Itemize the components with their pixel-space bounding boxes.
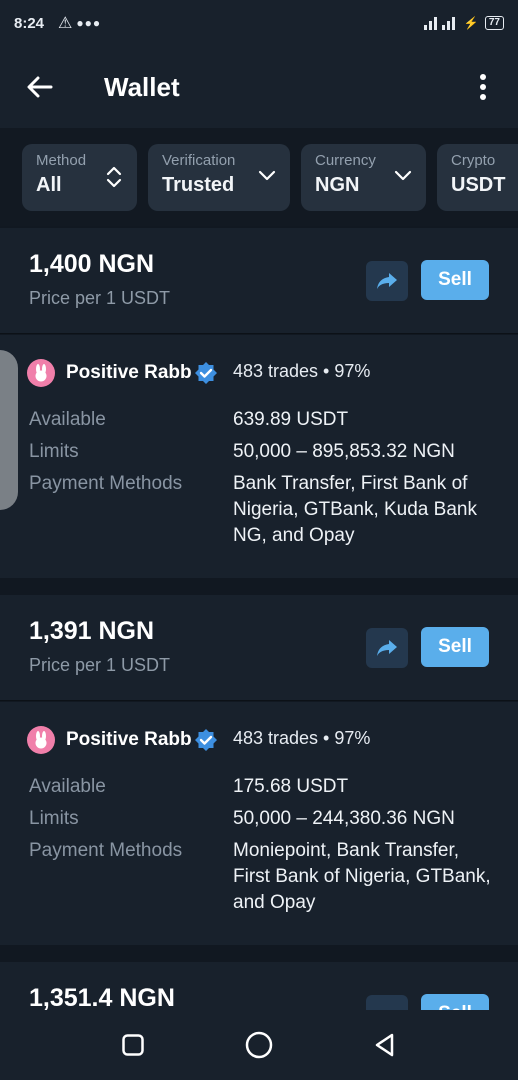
status-icons: ⚡ 77: [422, 15, 504, 31]
warning-icon: ⚠: [58, 15, 73, 32]
rabbit-icon: [35, 731, 47, 749]
filter-label: Verification: [162, 151, 236, 169]
trader-name: Positive Rabb: [66, 729, 192, 750]
side-panel-handle[interactable]: [0, 350, 18, 510]
more-options-button[interactable]: [448, 46, 518, 128]
available-value: 175.68 USDT: [233, 776, 349, 797]
price-caption: Price per 1 USDT: [29, 288, 171, 308]
share-icon: [377, 273, 397, 289]
filter-label: Currency: [315, 151, 376, 169]
back-button[interactable]: [0, 46, 80, 128]
trade-stats: 483 trades • 97%: [233, 728, 371, 748]
share-button[interactable]: [366, 995, 408, 1010]
offer-price: 1,351.4 NGN: [29, 984, 175, 1010]
back-nav-button[interactable]: [360, 1020, 410, 1070]
charging-icon: ⚡: [463, 16, 479, 30]
recents-button[interactable]: [108, 1020, 158, 1070]
circle-icon: [245, 1031, 273, 1059]
offer-header: 1,351.4 NGN Sell: [0, 962, 518, 1010]
more-vertical-icon: [480, 74, 486, 100]
currency-filter[interactable]: Currency NGN: [301, 143, 426, 211]
page-title: Wallet: [104, 71, 180, 102]
available-label: Available: [29, 776, 106, 797]
verification-filter[interactable]: Verification Trusted: [148, 143, 290, 211]
offer-price: 1,391 NGN: [29, 617, 155, 645]
filter-bar: Method All Verification Trusted Currency…: [0, 128, 518, 226]
available-label: Available: [29, 409, 106, 430]
status-bar: 8:24 ⚠ ●●● ⚡ 77: [0, 0, 518, 46]
offer-details: Positive Rabb 483 trades • 97% Available…: [0, 702, 518, 945]
square-icon: [122, 1034, 144, 1056]
verified-badge-icon: [194, 728, 218, 752]
arrow-left-icon: [27, 76, 53, 98]
limits-label: Limits: [29, 808, 79, 829]
offer-header: 1,391 NGN Price per 1 USDT Sell: [0, 595, 518, 701]
offer-header: 1,400 NGN Price per 1 USDT Sell: [0, 228, 518, 334]
home-button[interactable]: [234, 1020, 284, 1070]
payment-methods-value: Bank Transfer, First Bank of Nigeria, GT…: [233, 473, 477, 546]
triangle-back-icon: [375, 1033, 394, 1057]
battery-icon: 77: [484, 16, 504, 30]
share-button[interactable]: [366, 628, 408, 668]
method-filter[interactable]: Method All: [22, 143, 137, 211]
rabbit-icon: [35, 364, 47, 382]
chevron-down-icon: [258, 170, 276, 180]
limits-value: 50,000 – 895,853.32 NGN: [233, 441, 455, 462]
trader-info[interactable]: Positive Rabb: [27, 726, 218, 754]
payment-methods-label: Payment Methods: [29, 473, 183, 494]
share-icon: [377, 640, 397, 656]
sell-button[interactable]: Sell: [421, 994, 489, 1010]
share-button[interactable]: [366, 261, 408, 301]
sell-button[interactable]: Sell: [421, 627, 489, 667]
price-caption: Price per 1 USDT: [29, 655, 171, 675]
limits-value: 50,000 – 244,380.36 NGN: [233, 808, 455, 829]
filter-label: Crypto: [451, 151, 496, 169]
payment-methods-value: Moniepoint, Bank Transfer, First Bank of…: [233, 840, 491, 913]
offer-price: 1,400 NGN: [29, 250, 155, 278]
crypto-filter[interactable]: Crypto USDT: [437, 143, 518, 211]
trader-name: Positive Rabb: [66, 362, 192, 383]
chevron-down-icon: [394, 170, 412, 180]
trader-info[interactable]: Positive Rabb: [27, 359, 218, 387]
more-notifications-icon: ●●●: [76, 16, 102, 30]
offer-details: Positive Rabb 483 trades • 97% Available…: [0, 335, 518, 578]
filter-value: USDT: [451, 173, 506, 196]
app-bar: Wallet: [0, 46, 518, 128]
sell-button[interactable]: Sell: [421, 260, 489, 300]
limits-label: Limits: [29, 441, 79, 462]
trade-stats: 483 trades • 97%: [233, 361, 371, 381]
avatar: [27, 726, 55, 754]
available-value: 639.89 USDT: [233, 409, 349, 430]
payment-methods-label: Payment Methods: [29, 840, 183, 861]
avatar: [27, 359, 55, 387]
status-time: 8:24: [14, 14, 45, 32]
signal-icon: [423, 17, 455, 30]
up-down-chevron-icon: [106, 166, 122, 187]
system-nav-bar: [0, 1010, 518, 1080]
verified-badge-icon: [194, 361, 218, 385]
